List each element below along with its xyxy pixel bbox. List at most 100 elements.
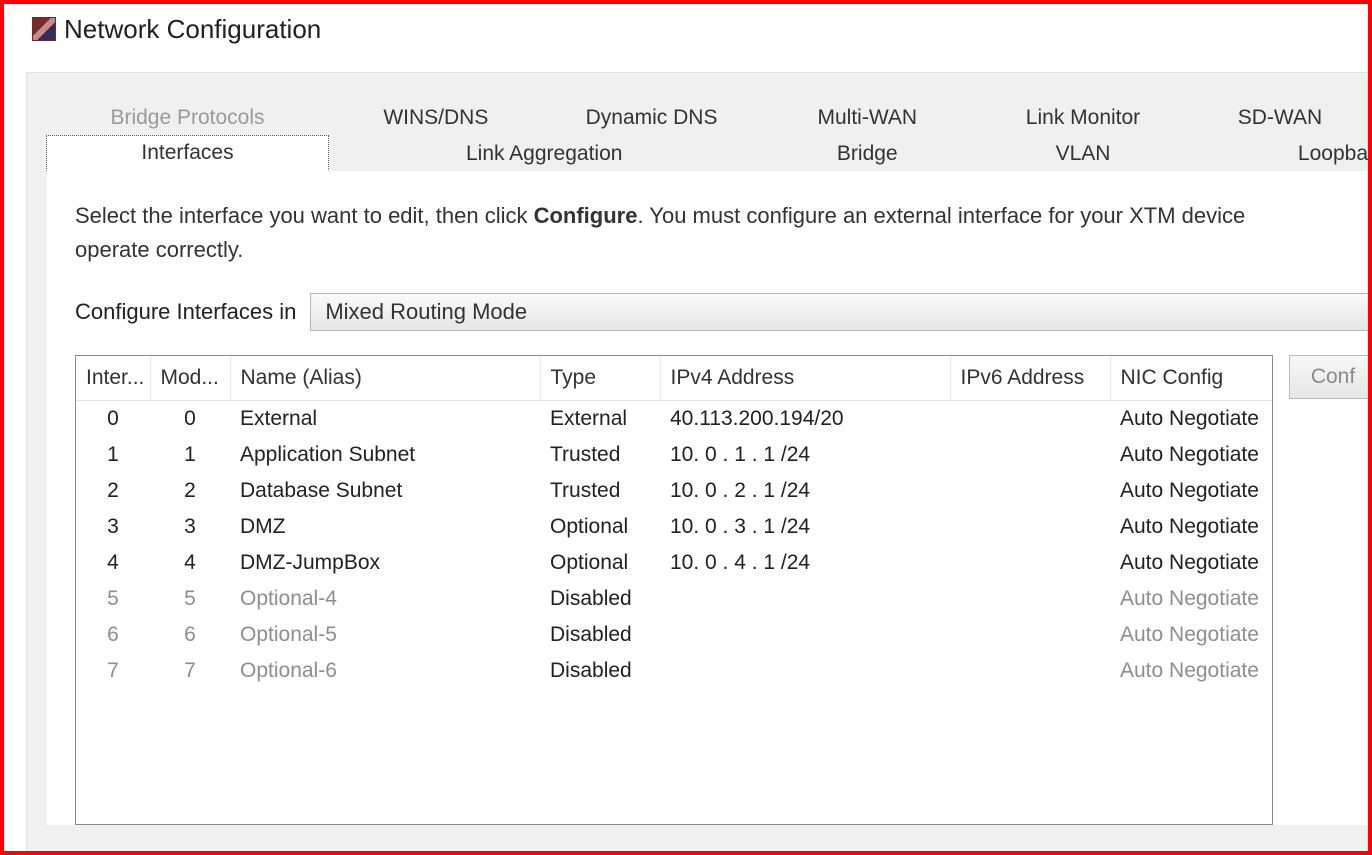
interfaces-tbody: 00ExternalExternal40.113.200.194/20Auto … [76,401,1273,690]
cell [950,581,1110,617]
tab-label: Bridge [837,142,898,166]
window-title: Network Configuration [64,14,321,45]
table-row[interactable]: 44DMZ-JumpBoxOptional10. 0 . 4 . 1 /24Au… [76,545,1273,581]
tab-interfaces[interactable]: Interfaces [46,135,329,171]
interfaces-table[interactable]: Inter... Mod... Name (Alias) Type IPv4 A… [76,356,1273,689]
tab-label: Link Aggregation [466,142,622,166]
app-icon [32,17,56,41]
interfaces-table-wrap: Inter... Mod... Name (Alias) Type IPv4 A… [75,355,1273,825]
tab-multi-wan[interactable]: Multi-WAN [759,99,975,135]
cell: 1 [76,437,150,473]
tab-sd-wan[interactable]: SD-WAN [1191,99,1369,135]
cell: Auto Negotiate [1110,653,1273,689]
tab-link-aggregation[interactable]: Link Aggregation [329,135,759,171]
cell: 3 [150,509,230,545]
table-area: Inter... Mod... Name (Alias) Type IPv4 A… [75,355,1369,825]
cell [660,617,950,653]
col-module[interactable]: Mod... [150,356,230,401]
cell: 5 [76,581,150,617]
cell: Auto Negotiate [1110,509,1273,545]
tab-row-bottom: Interfaces Link Aggregation Bridge VLAN … [47,135,1369,171]
tab-label: VLAN [1056,142,1111,166]
window-frame: Network Configuration Bridge Protocols W… [0,0,1372,855]
cell: Auto Negotiate [1110,545,1273,581]
table-row[interactable]: 33DMZOptional10. 0 . 3 . 1 /24Auto Negot… [76,509,1273,545]
cell: Auto Negotiate [1110,473,1273,509]
col-nic[interactable]: NIC Config [1110,356,1273,401]
tab-loopback[interactable]: Loopba [1191,135,1369,171]
tab-label: Loopba [1298,142,1368,166]
help-text: Select the interface you want to edit, t… [75,199,1369,267]
tab-strip: Bridge Protocols WINS/DNS Dynamic DNS Mu… [47,99,1369,825]
cell [950,401,1110,438]
col-ipv4[interactable]: IPv4 Address [660,356,950,401]
table-row[interactable]: 22Database SubnetTrusted10. 0 . 2 . 1 /2… [76,473,1273,509]
cell: 6 [76,617,150,653]
cell: Trusted [540,437,660,473]
help-text-bold: Configure [534,203,638,228]
cell: 4 [76,545,150,581]
tab-wins-dns[interactable]: WINS/DNS [328,99,544,135]
cell: 3 [76,509,150,545]
col-name[interactable]: Name (Alias) [230,356,540,401]
cell: Disabled [540,617,660,653]
cell: Disabled [540,581,660,617]
cell: DMZ-JumpBox [230,545,540,581]
cell [950,617,1110,653]
title-bar: Network Configuration [4,4,1368,54]
cell: Optional-5 [230,617,540,653]
side-buttons: Conf [1289,355,1369,825]
cell: Optional [540,509,660,545]
routing-mode-select[interactable]: Mixed Routing Mode [310,293,1369,331]
cell: 2 [76,473,150,509]
table-row[interactable]: 00ExternalExternal40.113.200.194/20Auto … [76,401,1273,438]
help-text-post: . You must configure an external interfa… [637,203,1245,228]
table-row[interactable]: 55Optional-4DisabledAuto Negotiate [76,581,1273,617]
col-type[interactable]: Type [540,356,660,401]
table-row[interactable]: 77Optional-6DisabledAuto Negotiate [76,653,1273,689]
help-text-pre: Select the interface you want to edit, t… [75,203,534,228]
cell: 1 [150,437,230,473]
cell: Trusted [540,473,660,509]
cell: DMZ [230,509,540,545]
cell: Optional-4 [230,581,540,617]
routing-mode-value: Mixed Routing Mode [325,299,527,325]
configure-button-label: Conf [1311,365,1355,389]
cell [950,473,1110,509]
tab-vlan[interactable]: VLAN [975,135,1191,171]
mode-row: Configure Interfaces in Mixed Routing Mo… [75,293,1369,331]
cell: 10. 0 . 4 . 1 /24 [660,545,950,581]
tab-client-area: Select the interface you want to edit, t… [47,170,1369,825]
tab-bridge[interactable]: Bridge [759,135,975,171]
help-text-line2: operate correctly. [75,237,243,262]
tab-bridge-protocols[interactable]: Bridge Protocols [47,99,328,135]
col-ipv6[interactable]: IPv6 Address [950,356,1110,401]
cell: 6 [150,617,230,653]
cell: Application Subnet [230,437,540,473]
cell: Auto Negotiate [1110,437,1273,473]
cell: 2 [150,473,230,509]
cell: External [540,401,660,438]
tab-dynamic-dns[interactable]: Dynamic DNS [544,99,760,135]
table-row[interactable]: 66Optional-5DisabledAuto Negotiate [76,617,1273,653]
cell: 7 [76,653,150,689]
cell: 0 [76,401,150,438]
dialog-panel: Bridge Protocols WINS/DNS Dynamic DNS Mu… [26,72,1370,853]
cell: 5 [150,581,230,617]
tab-label: Multi-WAN [818,106,918,130]
cell: 0 [150,401,230,438]
configure-button[interactable]: Conf [1289,355,1369,399]
tab-label: Bridge Protocols [110,106,264,130]
tab-link-monitor[interactable]: Link Monitor [975,99,1191,135]
cell: 10. 0 . 3 . 1 /24 [660,509,950,545]
table-header-row: Inter... Mod... Name (Alias) Type IPv4 A… [76,356,1273,401]
cell [660,653,950,689]
table-row[interactable]: 11Application SubnetTrusted10. 0 . 1 . 1… [76,437,1273,473]
tab-label: Interfaces [141,141,233,165]
cell: Optional-6 [230,653,540,689]
cell: Disabled [540,653,660,689]
cell: 4 [150,545,230,581]
cell: Auto Negotiate [1110,581,1273,617]
tab-label: Link Monitor [1026,106,1140,130]
col-interface[interactable]: Inter... [76,356,150,401]
